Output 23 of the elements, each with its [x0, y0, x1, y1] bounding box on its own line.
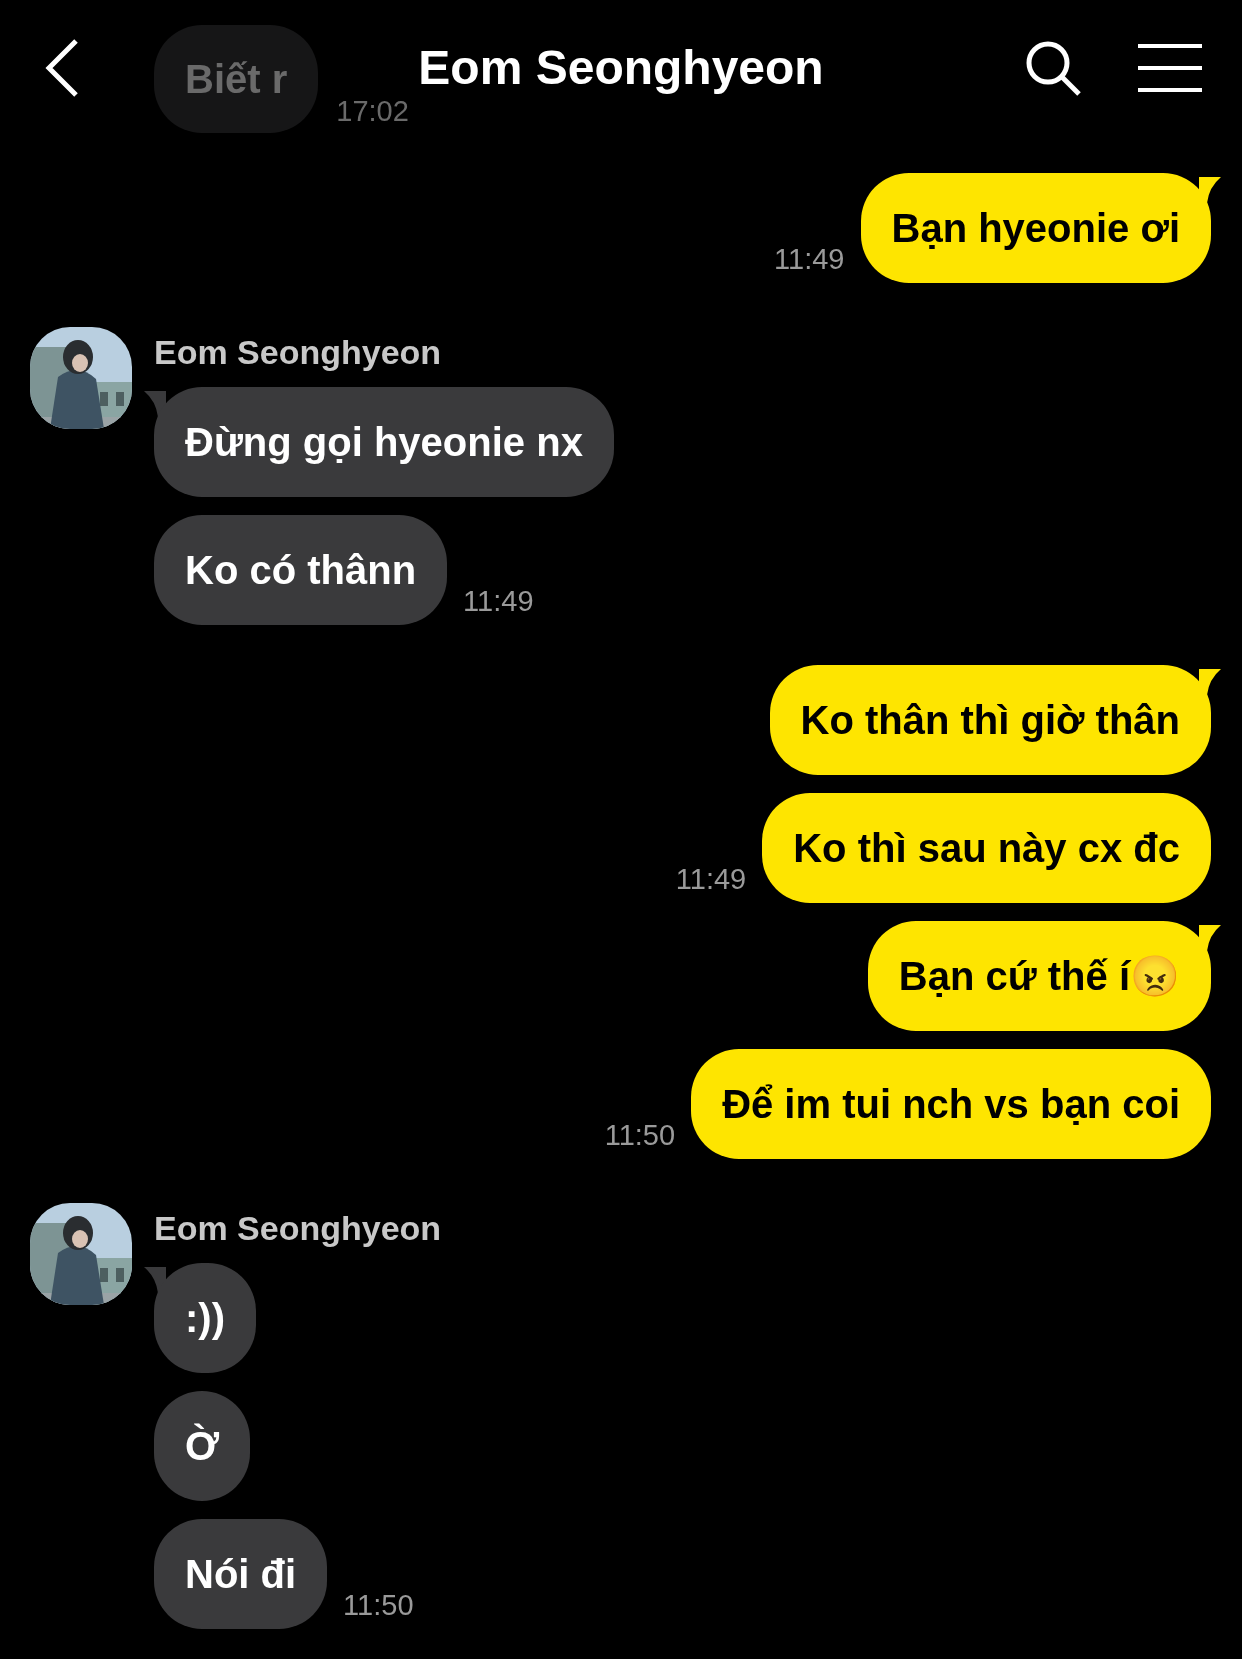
message-bubble: Bạn cứ thế í😠 [867, 921, 1211, 1031]
menu-button[interactable] [1138, 42, 1202, 93]
message-time: 11:49 [774, 241, 845, 277]
message-bubble: Biết r [154, 25, 319, 133]
message-bubble: Ờ [154, 1391, 251, 1501]
message-time: 11:49 [675, 861, 747, 897]
message-bubble: :)) [154, 1263, 256, 1373]
message-bubble: Ko có thânn [154, 515, 448, 625]
message-bubble: Nói đi [154, 1519, 328, 1629]
back-icon [45, 38, 79, 97]
message-bubble: Để im tui nch vs bạn coi [691, 1049, 1211, 1159]
message-bubble: Bạn hyeonie ơi [860, 173, 1211, 283]
message-time: 11:49 [463, 583, 534, 619]
message-time: 11:50 [343, 1587, 414, 1623]
menu-icon [1138, 42, 1202, 93]
message-time: 11:50 [604, 1117, 676, 1153]
message-bubble: Ko thân thì giờ thân [769, 665, 1211, 775]
sender-name: Eom Seonghyeon [154, 335, 443, 369]
message-bubble: Ko thì sau này cx đc [762, 793, 1211, 903]
message-bubble: Đừng gọi hyeonie nx [154, 387, 614, 497]
message-time: 17:02 [336, 93, 409, 129]
chat-title: Eom Seonghyeon [418, 39, 824, 96]
sender-name: Eom Seonghyeon [154, 1211, 442, 1245]
